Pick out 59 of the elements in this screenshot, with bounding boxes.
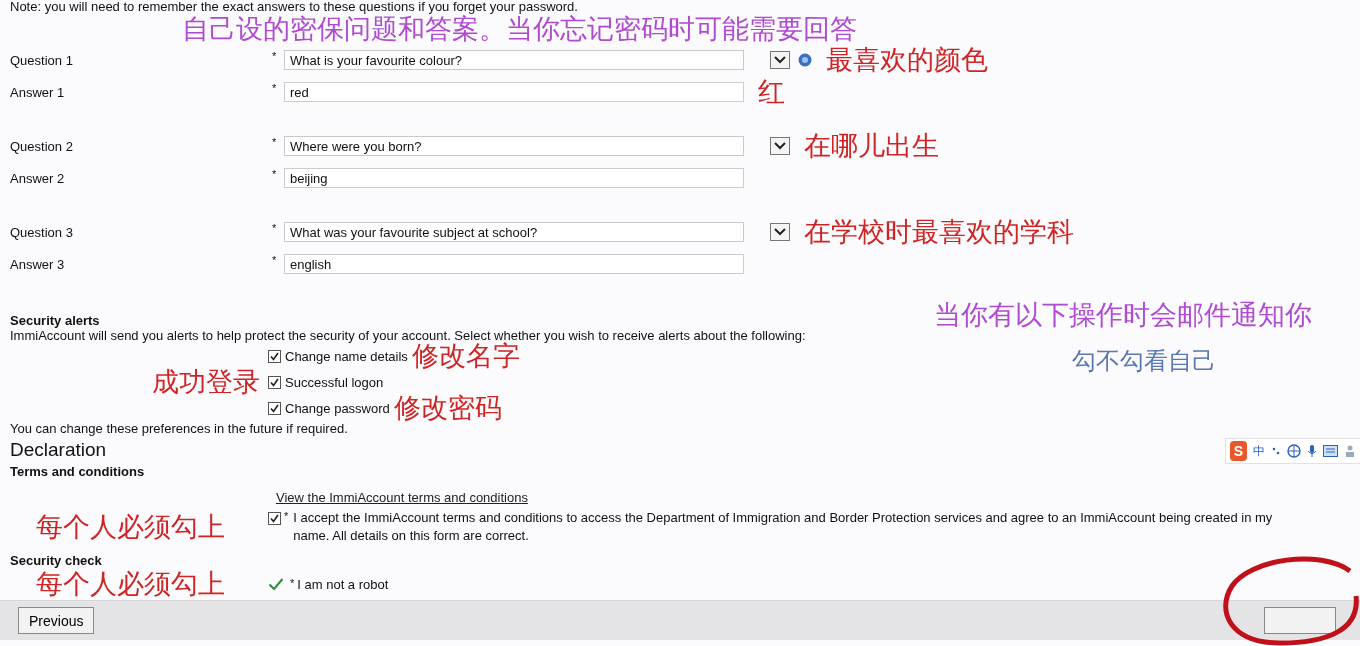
field-label: Question 3 <box>9 224 74 240</box>
checkbox[interactable] <box>268 401 281 415</box>
checkbox[interactable] <box>268 512 281 525</box>
field-label: Answer 2 <box>9 170 66 186</box>
annotation-text: 勾不勾看自己 <box>1072 346 1216 377</box>
terms-agreement-text: I accept the ImmiAccount terms and conditions to access the Department of Immigration and Border Protection services and agree to an ImmiAccount being created in my name. All details on this form are correct. <box>293 509 1274 545</box>
annotation-text: 成功登录 <box>152 366 260 398</box>
annotation-text: 修改密码 <box>393 392 502 424</box>
checkbox[interactable] <box>268 375 281 389</box>
annotation-text: 最喜欢的颜色 <box>826 44 988 76</box>
annotation-text: 每个人必须勾上 <box>36 568 225 600</box>
checkbox-label: Successful logon <box>285 374 384 390</box>
annotation-text: 在学校时最喜欢的学科 <box>804 216 1074 248</box>
required-marker: * <box>284 510 289 522</box>
input-field[interactable]: beijing <box>284 168 744 188</box>
input-mode-toggle[interactable]: 中 <box>1253 442 1265 460</box>
required-marker: * <box>272 50 278 62</box>
required-marker: * <box>272 254 278 266</box>
required-marker: * <box>272 82 278 94</box>
microphone-icon[interactable] <box>1307 444 1317 458</box>
field-label: Answer 1 <box>9 84 66 100</box>
ime-logo[interactable]: S <box>1229 441 1247 461</box>
annotation-text: 红 <box>758 76 785 108</box>
field-label: Question 2 <box>9 138 74 154</box>
select-field[interactable]: Where were you born? <box>284 136 744 156</box>
annotation-text: 在哪儿出生 <box>804 130 939 162</box>
keyboard-icon[interactable] <box>1323 445 1338 457</box>
previous-button[interactable]: Previous <box>18 607 95 634</box>
instruction-note: Note: you will need to remember the exact answers to these questions if you forget your password. <box>9 0 579 14</box>
annotation-text: 自己设的密保问题和答案。当你忘记密码时可能需要回答 <box>182 13 857 45</box>
select-field[interactable]: What is your favourite colour? <box>284 50 744 70</box>
annotation-text: 修改名字 <box>411 340 520 372</box>
checkbox[interactable] <box>268 349 281 363</box>
required-marker: * <box>272 136 278 148</box>
preferences-note: You can change these preferences in the future if required. <box>9 421 349 436</box>
section-description: ImmiAccount will send you alerts to help protect the security of your account. Select whether you wish to receive alerts about the following: <box>9 328 807 343</box>
terms-link[interactable]: View the ImmiAccount terms and conditions <box>276 489 528 507</box>
input-field[interactable]: english <box>284 254 744 274</box>
required-marker: * <box>272 168 278 180</box>
help-icon[interactable] <box>798 53 812 67</box>
annotation-text: 当你有以下操作时会邮件通知你 <box>934 302 1312 328</box>
section-title: Security alerts <box>10 313 100 328</box>
section-title: Security check <box>9 553 103 568</box>
globe-icon[interactable] <box>1287 444 1301 458</box>
captcha-label: I am not a robot <box>297 576 389 592</box>
check-icon[interactable] <box>268 577 284 591</box>
field-label: Question 1 <box>9 52 74 68</box>
select-field[interactable]: What was your favourite subject at school? <box>284 222 744 242</box>
punctuation-icon[interactable] <box>1271 445 1281 457</box>
annotation-text: 每个人必须勾上 <box>36 511 225 543</box>
section-heading: Declaration <box>9 438 107 462</box>
field-label: Answer 3 <box>9 256 66 272</box>
required-marker: * <box>272 222 278 234</box>
section-title: Terms and conditions <box>9 464 146 479</box>
checkbox-label: Change name details <box>285 348 408 364</box>
required-marker: * <box>290 577 295 589</box>
input-field[interactable]: red <box>284 82 744 102</box>
footer-button[interactable] <box>1264 607 1336 634</box>
checkbox-label: Change password <box>285 400 390 416</box>
